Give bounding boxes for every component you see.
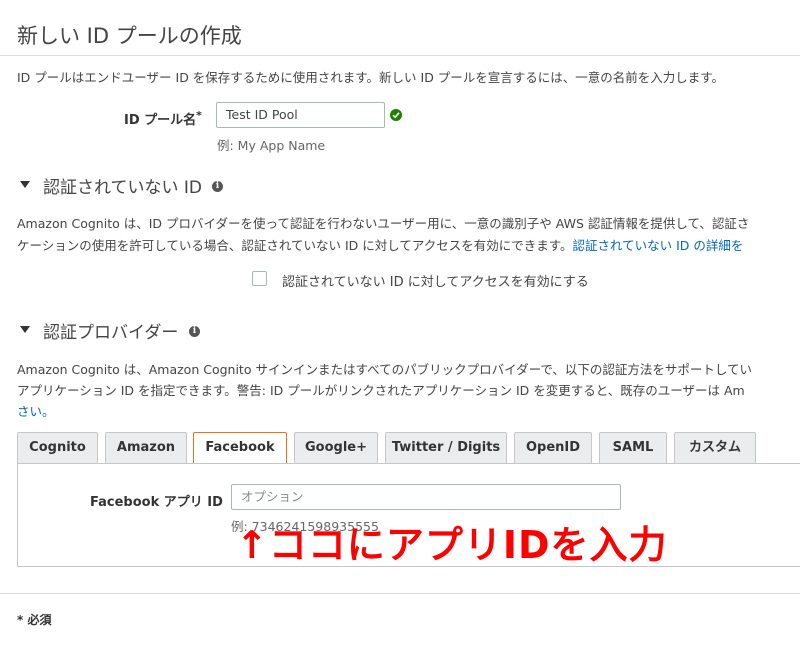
pool-name-hint: 例: My App Name xyxy=(217,138,326,153)
auth-desc-line1: Amazon Cognito は、Amazon Cognito サインインまたは… xyxy=(17,362,752,377)
tab-google[interactable]: Google+ xyxy=(294,432,378,463)
intro-text: ID プールはエンドユーザー ID を保存するために使用されます。新しい ID … xyxy=(17,70,725,85)
unauth-desc-line2-text: ケーションの使用を許可している場合、認証されていない ID に対してアクセスを有… xyxy=(17,238,573,253)
unauth-learn-more-link[interactable]: 認証されていない ID の詳細を xyxy=(573,238,744,253)
tab-saml[interactable]: SAML xyxy=(599,432,667,463)
title-divider xyxy=(0,55,800,56)
pool-name-input[interactable]: Test ID Pool xyxy=(216,102,385,128)
tab-custom[interactable]: カスタム xyxy=(674,432,756,463)
pool-name-label: ID プール名* xyxy=(124,109,202,128)
tab-twitter-digits[interactable]: Twitter / Digits xyxy=(385,432,507,463)
tab-cognito[interactable]: Cognito xyxy=(17,432,98,463)
annotation-text: ↑ココにアプリIDを入力 xyxy=(236,523,668,567)
unauth-desc-line1: Amazon Cognito は、ID プロバイダーを使って認証を行わないユーザ… xyxy=(17,216,750,231)
auth-heading[interactable]: 認証プロバイダー xyxy=(43,318,178,343)
page-title: 新しい ID プールの作成 xyxy=(17,24,242,48)
auth-desc-line2: アプリケーション ID を指定できます。警告: ID プールがリンクされたアプリ… xyxy=(17,383,745,398)
collapse-caret-icon[interactable] xyxy=(20,181,30,188)
required-note: * 必須 xyxy=(17,613,52,627)
tab-openid[interactable]: OpenID xyxy=(514,432,592,463)
valid-check-icon xyxy=(390,109,402,121)
enable-unauth-checkbox[interactable] xyxy=(252,271,267,286)
auth-desc-line3[interactable]: さい。 xyxy=(17,401,55,420)
tab-amazon[interactable]: Amazon xyxy=(105,432,187,463)
facebook-app-id-input[interactable]: オプション xyxy=(231,484,621,510)
facebook-app-id-label: Facebook アプリ ID xyxy=(90,495,223,510)
unauth-heading[interactable]: 認証されていない ID xyxy=(43,173,202,198)
pool-name-label-text: ID プール名 xyxy=(124,113,197,128)
info-icon[interactable]: i xyxy=(189,326,200,337)
footer-divider xyxy=(0,593,800,594)
tab-facebook[interactable]: Facebook xyxy=(193,432,287,464)
collapse-caret-icon[interactable] xyxy=(20,326,30,333)
info-icon[interactable]: i xyxy=(212,181,223,192)
enable-unauth-label[interactable]: 認証されていない ID に対してアクセスを有効にする xyxy=(282,271,589,290)
unauth-desc-line2: ケーションの使用を許可している場合、認証されていない ID に対してアクセスを有… xyxy=(17,235,743,254)
required-mark: * xyxy=(196,109,202,122)
